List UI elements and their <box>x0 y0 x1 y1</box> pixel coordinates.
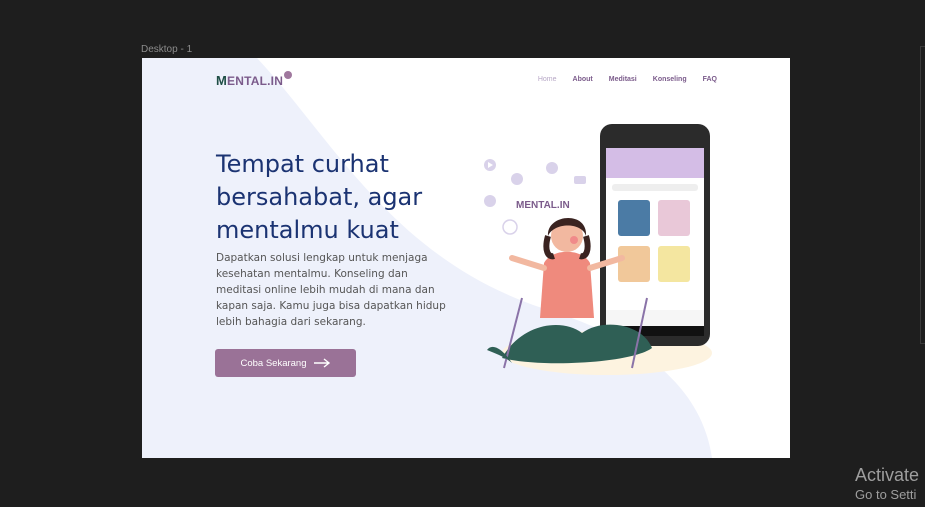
nav-faq[interactable]: FAQ <box>703 76 717 83</box>
nav-about[interactable]: About <box>573 76 593 83</box>
main-nav: Home About Meditasi Konseling FAQ <box>538 76 717 83</box>
svg-text:MENTAL.IN: MENTAL.IN <box>516 200 570 211</box>
logo-m: M <box>216 73 228 88</box>
panel-edge <box>920 46 925 344</box>
logo-badge-icon <box>284 71 293 79</box>
nav-meditasi[interactable]: Meditasi <box>609 76 637 83</box>
watermark-title: Activate <box>855 465 920 485</box>
hero-title: Tempat curhat bersahabat, agar mentalmu … <box>216 150 423 244</box>
frame-label[interactable]: Desktop - 1 <box>141 44 192 55</box>
activation-watermark: Activate Go to Setti <box>855 465 919 502</box>
hero-illustration: MENTAL.IN <box>484 124 712 375</box>
site-logo[interactable]: MENTAL.IN <box>216 71 293 88</box>
cta-button[interactable]: Coba Sekarang <box>215 349 356 377</box>
hero-description: Dapatkan solusi lengkap untuk menjaga ke… <box>216 252 446 328</box>
nav-home[interactable]: Home <box>538 76 557 83</box>
arrow-right-icon <box>313 358 330 368</box>
watermark-subtitle: Go to Setti <box>855 487 917 502</box>
artboard-desktop-1[interactable]: MENTAL.IN Home About Meditasi Konseling … <box>142 58 790 458</box>
cta-label: Coba Sekarang <box>240 357 307 369</box>
nav-konseling[interactable]: Konseling <box>653 76 687 83</box>
logo-text: ENTAL.IN <box>227 74 284 88</box>
